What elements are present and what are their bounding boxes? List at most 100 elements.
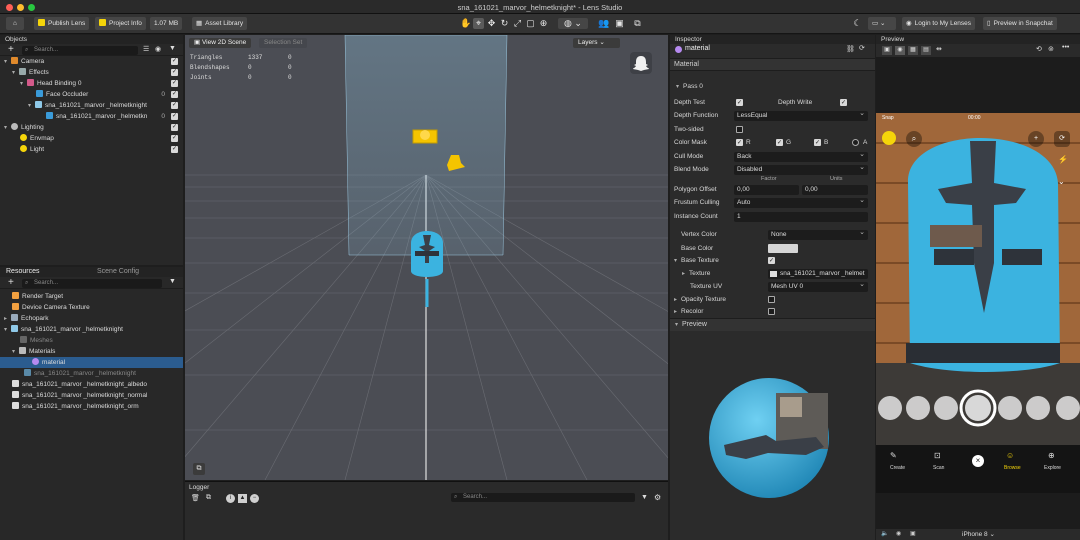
polygon-factor-input[interactable]: 0,00 xyxy=(734,184,799,195)
nav-scan[interactable]: Scan xyxy=(933,465,944,471)
pivot-tool-icon[interactable]: ⊕ xyxy=(538,18,549,29)
error-filter-icon[interactable]: − xyxy=(250,494,259,503)
tree-item-camera[interactable]: ▾ Camera ✓ xyxy=(0,56,183,67)
tree-item-light[interactable]: Light ✓ xyxy=(0,144,183,155)
tree-item-face-occluder[interactable]: Face Occluder 0 ✓ xyxy=(0,89,183,100)
resource-helmet-mesh[interactable]: sna_161021_marvor _helmetknight xyxy=(0,368,183,379)
tree-item-effects[interactable]: ▾ Effects ✓ xyxy=(0,67,183,78)
enabled-checkbox[interactable]: ✓ xyxy=(171,58,178,65)
search-icon[interactable]: ⌕ xyxy=(906,131,922,147)
resource-render-target[interactable]: Render Target xyxy=(0,291,183,302)
filter-icon[interactable]: ▼ xyxy=(169,278,176,285)
view-2d-scene-tab[interactable]: ▣ View 2D Scene xyxy=(189,38,252,48)
gear-icon[interactable]: ⚙ xyxy=(654,493,661,502)
enabled-checkbox[interactable]: ✓ xyxy=(171,135,178,142)
depth-function-dropdown[interactable]: LessEqual xyxy=(734,109,868,121)
scan-icon[interactable]: ⊡ xyxy=(934,451,941,460)
people-icon[interactable]: 👥 xyxy=(598,18,609,29)
move-tool-icon[interactable]: ✥ xyxy=(486,18,497,29)
list-icon[interactable]: ☰ xyxy=(143,45,149,53)
objects-search-input[interactable]: ⌕ Search... xyxy=(22,46,138,55)
publish-lens-button[interactable]: Publish Lens xyxy=(34,17,90,30)
tree-item-helmet[interactable]: ▾ sna_161021_marvor _helmetknight ✓ xyxy=(0,100,183,111)
create-icon[interactable]: ✎ xyxy=(890,451,897,460)
rect-tool-icon[interactable]: ▢ xyxy=(525,18,536,29)
volume-icon[interactable]: 🔈 xyxy=(881,530,888,537)
phone-preview[interactable]: Snap 00:00 ⌕ + ⟳ ⚡ ⌄ × ✎ ⊡ ☺ ⊕ Create Sc… xyxy=(876,113,1080,493)
tab-scene-config[interactable]: Scene Config xyxy=(97,268,139,275)
world-mode-icon[interactable]: ▦ xyxy=(908,46,918,55)
link-icon[interactable]: ⛓ xyxy=(846,45,855,53)
mask-g-checkbox[interactable] xyxy=(776,137,783,150)
expand-icon[interactable]: ⧉ xyxy=(632,18,643,29)
world-local-toggle[interactable]: ◍ ⌄ xyxy=(558,18,588,29)
flip-camera-icon[interactable]: ⟳ xyxy=(1054,131,1070,147)
snap-ghost-icon[interactable] xyxy=(630,52,652,74)
explore-icon[interactable]: ⊕ xyxy=(1048,451,1055,460)
base-texture-checkbox[interactable] xyxy=(768,255,775,268)
resource-orm-texture[interactable]: sna_161021_marvor _helmetknight_orm xyxy=(0,401,183,412)
asset-library-button[interactable]: ▦ Asset Library xyxy=(192,17,248,30)
screenshot-icon[interactable]: ▣ xyxy=(910,530,916,537)
nav-browse[interactable]: Browse xyxy=(1004,465,1021,471)
nav-create[interactable]: Create xyxy=(890,465,905,471)
depth-test-checkbox[interactable] xyxy=(736,97,743,110)
depth-write-checkbox[interactable] xyxy=(840,97,847,110)
texture-uv-dropdown[interactable]: Mesh UV 0 xyxy=(768,280,868,292)
bitmoji-avatar[interactable] xyxy=(882,131,896,145)
filter-icon[interactable]: ▼ xyxy=(641,494,648,501)
scene-viewport[interactable]: ▣ View 2D Scene Selection Set Layers ⌄ T… xyxy=(185,35,668,480)
polygon-units-input[interactable]: 0,00 xyxy=(802,184,868,195)
two-sided-checkbox[interactable] xyxy=(736,126,743,133)
hand-tool-icon[interactable]: ✋ xyxy=(460,18,471,29)
enabled-checkbox[interactable]: ✓ xyxy=(171,102,178,109)
trash-icon[interactable]: 🗑 xyxy=(191,494,200,502)
frustum-culling-dropdown[interactable]: Auto xyxy=(734,196,868,208)
instance-count-input[interactable]: 1 xyxy=(734,211,868,222)
tree-item-lighting[interactable]: ▾ Lighting ✓ xyxy=(0,122,183,133)
snap-icon[interactable]: ⊚ xyxy=(1048,45,1054,53)
light-gizmo-icon[interactable] xyxy=(445,153,467,173)
layers-dropdown[interactable]: Layers ⌄ xyxy=(573,38,620,48)
preview-snapchat-button[interactable]: ▯ Preview in Snapchat xyxy=(983,17,1057,30)
browse-icon[interactable]: ☺ xyxy=(1006,451,1014,460)
add-friend-icon[interactable]: + xyxy=(1028,131,1044,147)
select-tool-icon[interactable]: ⌖ xyxy=(473,18,484,29)
tab-resources[interactable]: Resources xyxy=(6,268,39,275)
camera-gizmo-icon[interactable] xyxy=(411,127,441,147)
preview-section-header[interactable]: ▾ Preview xyxy=(670,318,875,331)
home-button[interactable]: ⌂ xyxy=(6,17,24,30)
cull-mode-dropdown[interactable]: Back xyxy=(734,150,868,162)
mask-r-checkbox[interactable] xyxy=(736,137,743,150)
camera-mode-icon[interactable]: ▣ xyxy=(882,46,892,55)
view-settings-icon[interactable]: ⧉ xyxy=(193,463,205,475)
webcam-icon[interactable]: ▤ xyxy=(921,46,931,55)
texture-field[interactable]: sna_161021_marvor _helmet xyxy=(768,268,868,279)
enabled-checkbox[interactable]: ✓ xyxy=(171,80,178,87)
resource-meshes-folder[interactable]: Meshes xyxy=(0,335,183,346)
tree-item-head-binding[interactable]: ▾ Head Binding 0 ✓ xyxy=(0,78,183,89)
mask-a-checkbox[interactable] xyxy=(852,139,859,146)
more-options-icon[interactable]: ⌄ xyxy=(1058,177,1065,186)
enabled-checkbox[interactable]: ✓ xyxy=(171,91,178,98)
more-icon[interactable]: ••• xyxy=(1062,44,1069,51)
logger-search-input[interactable]: ⌕ Search... xyxy=(451,493,635,502)
scale-tool-icon[interactable]: ⤢ xyxy=(512,18,523,29)
resource-echopark[interactable]: ▸ Echopark xyxy=(0,313,183,324)
image-icon[interactable]: ▣ xyxy=(614,18,625,29)
add-object-icon[interactable]: + xyxy=(8,44,14,55)
recolor-checkbox[interactable] xyxy=(768,308,775,315)
close-lens-icon[interactable]: × xyxy=(972,455,984,467)
pass-header[interactable]: ▾ Pass 0 xyxy=(670,80,875,93)
project-info-button[interactable]: Project Info xyxy=(95,17,146,30)
flash-icon[interactable]: ⚡ xyxy=(1058,155,1068,164)
resource-albedo-texture[interactable]: sna_161021_marvor _helmetknight_albedo xyxy=(0,379,183,390)
resource-material-selected[interactable]: material xyxy=(0,357,183,368)
warning-filter-icon[interactable]: ▲ xyxy=(238,494,247,503)
filter-log-icon[interactable]: ⧉ xyxy=(206,494,211,502)
enabled-checkbox[interactable]: ✓ xyxy=(171,69,178,76)
base-color-swatch[interactable] xyxy=(768,244,798,253)
device-preview-button[interactable]: ▭ ⌄ xyxy=(868,17,896,30)
selection-set-tab[interactable]: Selection Set xyxy=(259,38,308,48)
resource-materials-folder[interactable]: ▾ Materials xyxy=(0,346,183,357)
